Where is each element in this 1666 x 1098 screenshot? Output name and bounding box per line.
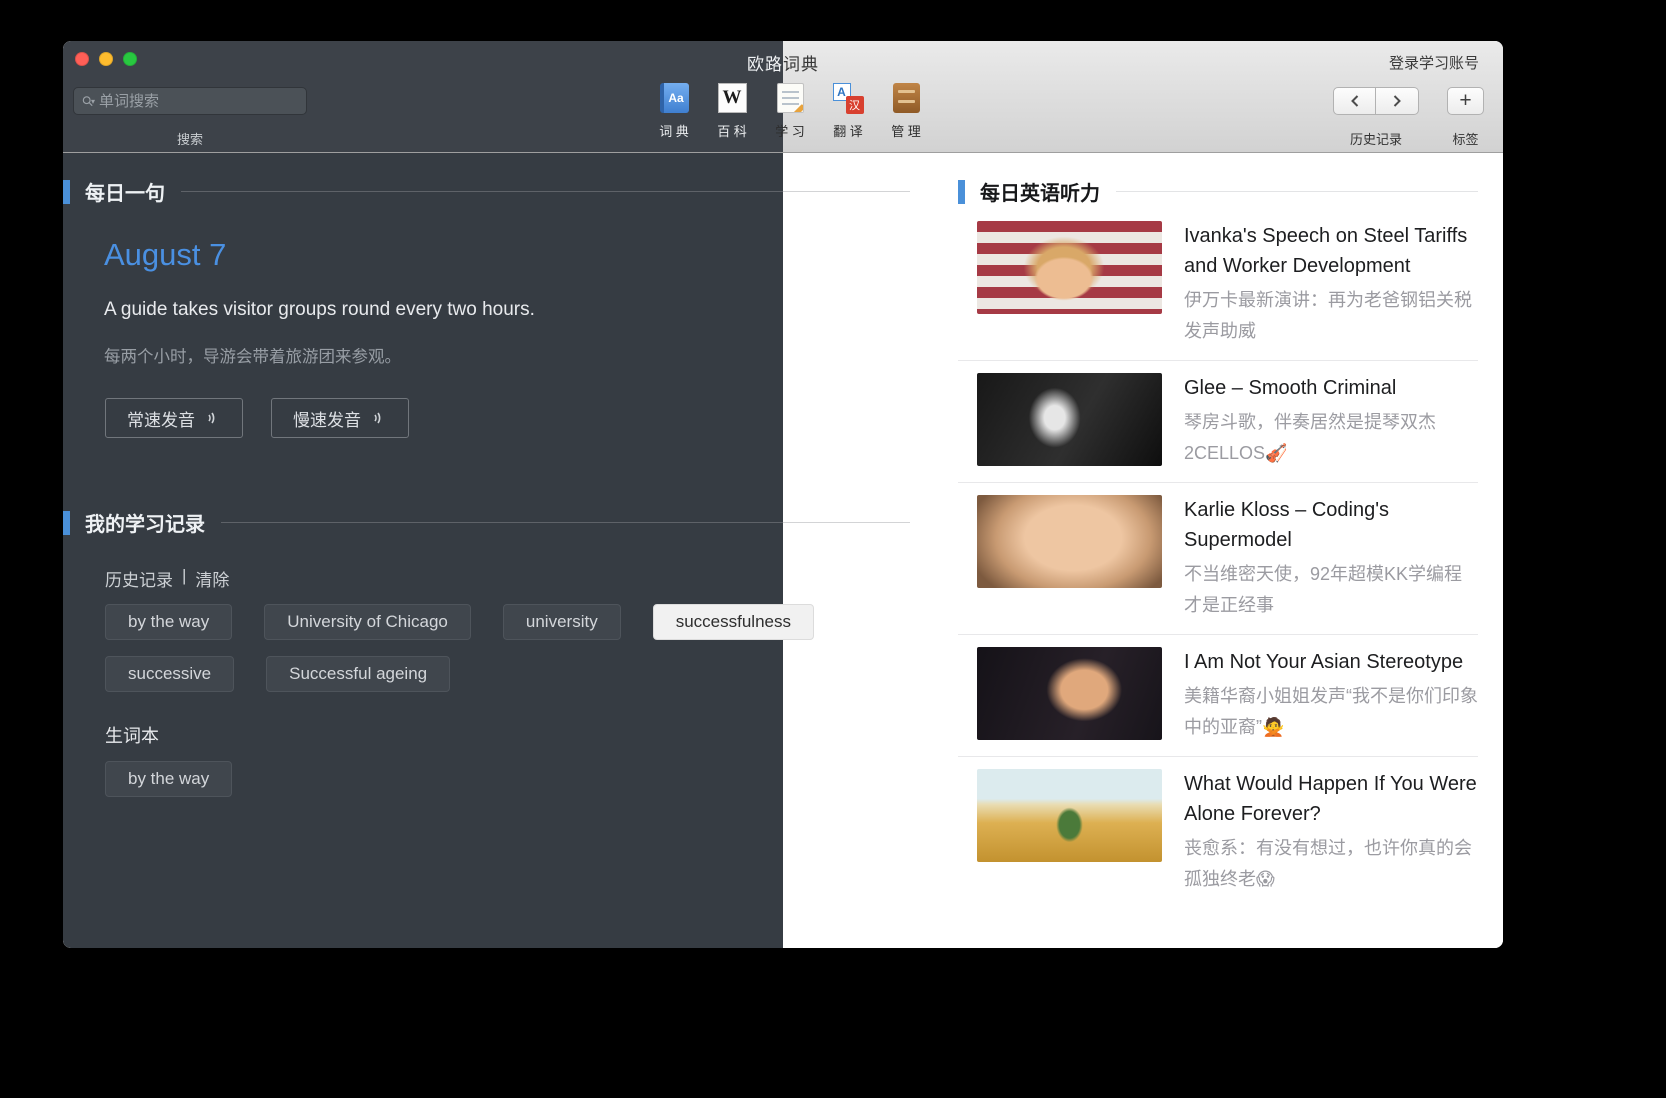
study-notepad-icon bbox=[777, 83, 804, 113]
feed-item-subtitle: 伊万卡最新演讲：再为老爸钢铝关税发声助威 bbox=[1184, 285, 1478, 347]
section-accent-bar bbox=[958, 180, 965, 204]
chevron-right-icon bbox=[1391, 94, 1403, 108]
wiki-icon: W bbox=[718, 83, 747, 113]
window-chrome: 欧路词典 登录学习账号 ▾ 搜索 Aa 词 典 W 百 科 bbox=[63, 41, 1503, 153]
daily-sentence-chinese: 每两个小时，导游会带着旅游团来参观。 bbox=[104, 343, 401, 367]
toolbar-item-manage[interactable]: 管 理 bbox=[877, 83, 935, 140]
listening-feed: Ivanka's Speech on Steel Tariffs and Wor… bbox=[958, 209, 1478, 908]
left-pane: 每日一句 August 7 A guide takes visitor grou… bbox=[63, 153, 910, 948]
history-chip-row-2: successive Successful ageing bbox=[105, 656, 450, 692]
feed-item-title: Ivanka's Speech on Steel Tariffs and Wor… bbox=[1184, 221, 1478, 281]
thumbnail-alone-forever bbox=[977, 769, 1162, 862]
history-chip[interactable]: University of Chicago bbox=[264, 604, 471, 640]
content-area: 每日一句 August 7 A guide takes visitor grou… bbox=[63, 153, 1503, 948]
daily-sentence-header: 每日一句 bbox=[63, 177, 910, 206]
slow-speed-button[interactable]: 慢速发音 bbox=[271, 398, 409, 438]
right-pane: 每日英语听力 Ivanka's Speech on Steel Tariffs … bbox=[958, 153, 1478, 948]
toolbar-label-translate: 翻 译 bbox=[833, 121, 863, 140]
close-button[interactable] bbox=[75, 52, 89, 66]
search-scope-caret-icon[interactable]: ▾ bbox=[91, 97, 95, 106]
toolbar-buttons: Aa 词 典 W 百 科 学 习 A 汉 翻 译 bbox=[645, 83, 935, 140]
feed-item-asian-stereotype[interactable]: I Am Not Your Asian Stereotype 美籍华裔小姐姐发声… bbox=[958, 635, 1478, 757]
plus-icon: + bbox=[1459, 90, 1471, 111]
wordbook-chip[interactable]: by the way bbox=[105, 761, 232, 797]
history-chip-highlighted[interactable]: successfulness bbox=[653, 604, 814, 640]
wordbook-chip-row: by the way bbox=[105, 761, 232, 797]
section-divider-line bbox=[1116, 191, 1478, 192]
section-accent-bar bbox=[63, 511, 70, 535]
history-divider: | bbox=[182, 566, 186, 591]
search-input[interactable] bbox=[99, 93, 298, 110]
tag-caption: 标签 bbox=[1447, 129, 1484, 148]
feed-item-title: What Would Happen If You Were Alone Fore… bbox=[1184, 769, 1478, 829]
pronunciation-buttons: 常速发音 慢速发音 bbox=[105, 398, 409, 438]
translate-icon: A 汉 bbox=[833, 83, 864, 114]
normal-speed-button[interactable]: 常速发音 bbox=[105, 398, 243, 438]
toolbar-item-study[interactable]: 学 习 bbox=[761, 83, 819, 140]
section-divider-line bbox=[181, 191, 910, 192]
dictionary-icon: Aa bbox=[660, 83, 689, 113]
feed-item-subtitle: 不当维密天使，92年超模KK学编程才是正经事 bbox=[1184, 559, 1478, 621]
feed-item-ivanka[interactable]: Ivanka's Speech on Steel Tariffs and Wor… bbox=[958, 209, 1478, 361]
toolbar-label-dictionary: 词 典 bbox=[659, 121, 689, 140]
window-title-right: 词典 bbox=[783, 55, 819, 74]
daily-sentence-date: August 7 bbox=[104, 237, 226, 273]
app-window: 欧路词典 登录学习账号 ▾ 搜索 Aa 词 典 W 百 科 bbox=[63, 41, 1503, 948]
thumbnail-karlie bbox=[977, 495, 1162, 588]
feed-item-subtitle: 美籍华裔小姐姐发声“我不是你们印象中的亚裔”🙅 bbox=[1184, 681, 1478, 743]
section-accent-bar bbox=[63, 180, 70, 204]
history-label: 历史记录 bbox=[105, 566, 173, 591]
history-chip-row-1: by the way University of Chicago univers… bbox=[105, 604, 814, 640]
desktop-background: 欧路词典 登录学习账号 ▾ 搜索 Aa 词 典 W 百 科 bbox=[0, 0, 1666, 1098]
zoom-button[interactable] bbox=[123, 52, 137, 66]
history-chip[interactable]: Successful ageing bbox=[266, 656, 450, 692]
history-chip[interactable]: successive bbox=[105, 656, 234, 692]
history-caption: 历史记录 bbox=[1326, 129, 1426, 148]
feed-item-title: Karlie Kloss – Coding's Supermodel bbox=[1184, 495, 1478, 555]
feed-item-subtitle: 丧愈系：有没有想过，也许你真的会孤独终老😱 bbox=[1184, 833, 1478, 895]
daily-sentence-english: A guide takes visitor groups round every… bbox=[104, 299, 535, 321]
forward-button[interactable] bbox=[1376, 87, 1419, 115]
toolbar-label-study: 学 习 bbox=[775, 121, 805, 140]
history-chip[interactable]: university bbox=[503, 604, 621, 640]
feed-item-title: I Am Not Your Asian Stereotype bbox=[1184, 647, 1478, 677]
history-row: 历史记录 | 清除 bbox=[105, 566, 229, 591]
feed-item-glee[interactable]: Glee – Smooth Criminal 琴房斗歌，伴奏居然是提琴双杰2CE… bbox=[958, 361, 1478, 483]
search-field[interactable]: ▾ bbox=[73, 87, 307, 115]
toolbar-label-wiki: 百 科 bbox=[717, 121, 747, 140]
clear-history-link[interactable]: 清除 bbox=[195, 566, 229, 591]
sound-wave-icon bbox=[205, 410, 221, 426]
wordbook-label: 生词本 bbox=[105, 722, 159, 748]
history-nav bbox=[1333, 87, 1419, 115]
sound-wave-icon bbox=[371, 410, 387, 426]
feed-item-karlie[interactable]: Karlie Kloss – Coding's Supermodel 不当维密天… bbox=[958, 483, 1478, 635]
thumbnail-asian-stereotype bbox=[977, 647, 1162, 740]
daily-sentence-title: 每日一句 bbox=[85, 177, 165, 206]
history-chip[interactable]: by the way bbox=[105, 604, 232, 640]
feed-item-title: Glee – Smooth Criminal bbox=[1184, 373, 1478, 403]
study-record-header: 我的学习记录 bbox=[63, 508, 910, 537]
manage-box-icon bbox=[893, 83, 920, 113]
login-link[interactable]: 登录学习账号 bbox=[1389, 52, 1479, 73]
search-caption: 搜索 bbox=[73, 129, 307, 148]
toolbar-item-translate[interactable]: A 汉 翻 译 bbox=[819, 83, 877, 140]
listening-header: 每日英语听力 bbox=[958, 177, 1478, 206]
chevron-left-icon bbox=[1349, 94, 1361, 108]
back-button[interactable] bbox=[1333, 87, 1376, 115]
toolbar-label-manage: 管 理 bbox=[891, 121, 921, 140]
study-record-title: 我的学习记录 bbox=[85, 508, 205, 537]
thumbnail-ivanka bbox=[977, 221, 1162, 314]
toolbar-item-dictionary[interactable]: Aa 词 典 bbox=[645, 83, 703, 140]
feed-item-subtitle: 琴房斗歌，伴奏居然是提琴双杰2CELLOS🎻 bbox=[1184, 407, 1478, 469]
traffic-lights bbox=[75, 52, 137, 66]
feed-item-alone-forever[interactable]: What Would Happen If You Were Alone Fore… bbox=[958, 757, 1478, 908]
add-tag-button[interactable]: + bbox=[1447, 87, 1484, 115]
section-divider-line bbox=[221, 522, 910, 523]
toolbar-item-wiki[interactable]: W 百 科 bbox=[703, 83, 761, 140]
listening-title: 每日英语听力 bbox=[980, 177, 1100, 206]
thumbnail-glee bbox=[977, 373, 1162, 466]
minimize-button[interactable] bbox=[99, 52, 113, 66]
